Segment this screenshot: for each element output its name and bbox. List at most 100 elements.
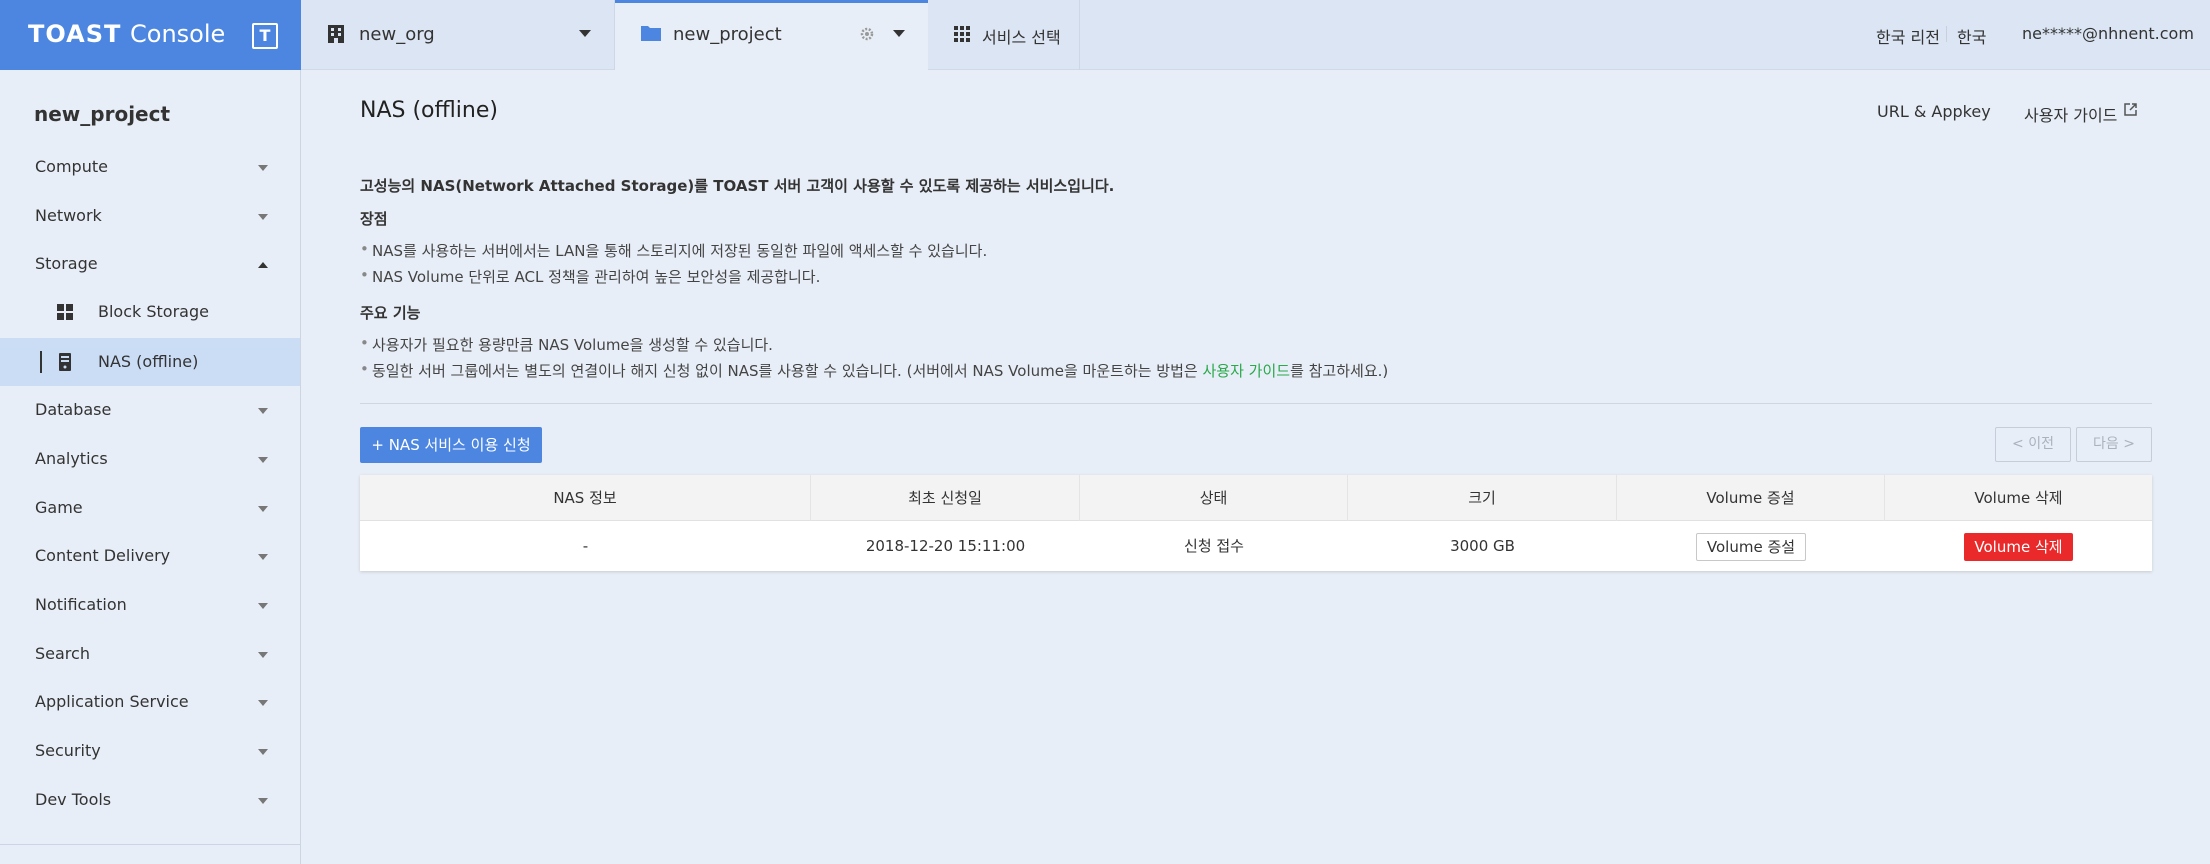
top-bar: TOAST Console T new_org new_project 서비스: [0, 0, 2210, 70]
active-indicator: [40, 351, 42, 373]
service-select-tab[interactable]: 서비스 선택: [928, 0, 1080, 70]
column-header: NAS 정보: [360, 475, 811, 521]
sidebar-item-label: Analytics: [35, 449, 108, 468]
sidebar-item-compute[interactable]: Compute: [0, 143, 300, 191]
block-storage-icon: [57, 304, 73, 320]
sidebar-item-label: Content Delivery: [35, 546, 171, 565]
chevron-down-icon: [258, 408, 268, 414]
user-guide-inline-link[interactable]: 사용자 가이드: [1202, 362, 1290, 380]
project-selector[interactable]: new_project: [615, 0, 928, 70]
sidebar-item-label: Game: [35, 498, 83, 517]
advantage-item: NAS를 사용하는 서버에서는 LAN을 통해 스토리지에 저장된 동일한 파일…: [360, 240, 987, 261]
user-guide-link[interactable]: 사용자 가이드: [2024, 102, 2117, 126]
sidebar-item-label: Dev Tools: [35, 790, 112, 809]
grid-icon: [954, 26, 970, 42]
sidebar-item-label: Notification: [35, 595, 127, 614]
sidebar-subitem-block-storage[interactable]: Block Storage: [0, 288, 300, 336]
sidebar-item-analytics[interactable]: Analytics: [0, 435, 300, 483]
sidebar-item-label: Compute: [35, 157, 108, 176]
divider: [0, 844, 300, 845]
user-email[interactable]: ne*****@nhnent.com: [2022, 24, 2194, 43]
volume-increase-button[interactable]: Volume 증설: [1695, 532, 1807, 561]
service-intro: 고성능의 NAS(Network Attached Storage)를 TOAS…: [360, 177, 1115, 195]
sidebar-item-label: Search: [35, 644, 90, 663]
building-icon: [328, 25, 344, 43]
sidebar-item-notification[interactable]: Notification: [0, 581, 300, 629]
sidebar: new_project Compute Network Storage Bloc…: [0, 70, 301, 864]
chevron-down-icon: [258, 214, 268, 220]
folder-icon: [641, 26, 661, 41]
volume-increase-cell: Volume 증설: [1617, 521, 1885, 571]
advantage-item: NAS Volume 단위로 ACL 정책을 관리하여 높은 보안성을 제공합니…: [360, 266, 820, 287]
advantages-title: 장점: [360, 210, 388, 228]
region-selector[interactable]: 한국 리전: [1876, 24, 1940, 48]
toast-logo[interactable]: TOAST: [28, 20, 121, 48]
next-page-button[interactable]: 다음 >: [2076, 427, 2152, 462]
gear-icon[interactable]: [859, 26, 875, 42]
sidebar-item-content-delivery[interactable]: Content Delivery: [0, 532, 300, 580]
nas-icon: [59, 353, 71, 371]
feature-item: 동일한 서버 그룹에서는 별도의 연결이나 해지 신청 없이 NAS를 사용할 …: [360, 360, 1389, 381]
prev-page-button[interactable]: < 이전: [1995, 427, 2071, 462]
volume-delete-button[interactable]: Volume 삭제: [1964, 532, 2073, 561]
org-selector[interactable]: new_org: [301, 0, 615, 70]
created-date-cell: 2018-12-20 15:11:00: [865, 537, 1026, 555]
sidebar-subitem-nas[interactable]: NAS (offline): [0, 338, 300, 386]
brand-area: TOAST Console T: [0, 0, 301, 70]
sidebar-item-label: Database: [35, 400, 112, 419]
sidebar-item-storage[interactable]: Storage: [0, 240, 300, 288]
volume-delete-cell: Volume 삭제: [1885, 521, 2152, 571]
sidebar-item-dev-tools[interactable]: Dev Tools: [0, 776, 300, 824]
chevron-up-icon: [258, 262, 268, 268]
app-menu-icon[interactable]: T: [252, 23, 278, 49]
column-header: 최초 신청일: [811, 475, 1080, 521]
feature-text: 동일한 서버 그룹에서는 별도의 연결이나 해지 신청 없이 NAS를 사용할 …: [372, 362, 1203, 380]
sidebar-item-security[interactable]: Security: [0, 727, 300, 775]
chevron-down-icon: [258, 749, 268, 755]
chevron-down-icon: [258, 700, 268, 706]
url-appkey-link[interactable]: URL & Appkey: [1877, 102, 1991, 121]
service-select-label: 서비스 선택: [982, 28, 1061, 47]
table-header: NAS 정보 최초 신청일 상태 크기 Volume 증설 Volume 삭제: [360, 475, 2152, 521]
chevron-down-icon: [258, 506, 268, 512]
status-cell: 신청 접수: [1184, 537, 1244, 555]
chevron-down-icon: [579, 30, 591, 37]
divider: [360, 403, 2152, 404]
sidebar-subitem-label: NAS (offline): [98, 352, 199, 371]
external-link-icon[interactable]: [2124, 103, 2137, 116]
nas-table: NAS 정보 최초 신청일 상태 크기 Volume 증설 Volume 삭제 …: [360, 475, 2152, 571]
feature-item: 사용자가 필요한 용량만큼 NAS Volume을 생성할 수 있습니다.: [360, 334, 773, 355]
page-title: NAS (offline): [360, 98, 498, 123]
column-header: 크기: [1348, 475, 1617, 521]
sidebar-item-application-service[interactable]: Application Service: [0, 678, 300, 726]
sidebar-item-game[interactable]: Game: [0, 484, 300, 532]
column-header: Volume 증설: [1617, 475, 1885, 521]
sidebar-item-label: Storage: [35, 254, 98, 273]
sidebar-project-name: new_project: [34, 102, 171, 126]
sidebar-item-search[interactable]: Search: [0, 630, 300, 678]
sidebar-item-label: Network: [35, 206, 102, 225]
chevron-down-icon: [258, 165, 268, 171]
project-name: new_project: [673, 24, 782, 45]
chevron-down-icon: [258, 457, 268, 463]
nas-apply-button[interactable]: + NAS 서비스 이용 신청: [360, 427, 542, 463]
chevron-down-icon: [258, 603, 268, 609]
chevron-down-icon: [258, 652, 268, 658]
console-label: Console: [130, 20, 226, 48]
size-cell: 3000 GB: [1450, 537, 1515, 555]
sidebar-item-network[interactable]: Network: [0, 192, 300, 240]
divider: [1946, 26, 1947, 42]
features-title: 주요 기능: [360, 304, 421, 322]
chevron-down-icon[interactable]: [893, 30, 905, 37]
sidebar-item-database[interactable]: Database: [0, 386, 300, 434]
chevron-down-icon: [258, 554, 268, 560]
sidebar-subitem-label: Block Storage: [98, 302, 209, 321]
nas-info-cell: -: [582, 537, 589, 555]
main-content: NAS (offline) URL & Appkey 사용자 가이드 고성능의 …: [302, 70, 2210, 864]
column-header: 상태: [1080, 475, 1348, 521]
sidebar-item-label: Application Service: [35, 692, 189, 711]
language-selector[interactable]: 한국: [1957, 24, 1986, 48]
column-header: Volume 삭제: [1974, 489, 2063, 507]
chevron-down-icon: [258, 798, 268, 804]
feature-text: 를 참고하세요.): [1290, 362, 1389, 380]
